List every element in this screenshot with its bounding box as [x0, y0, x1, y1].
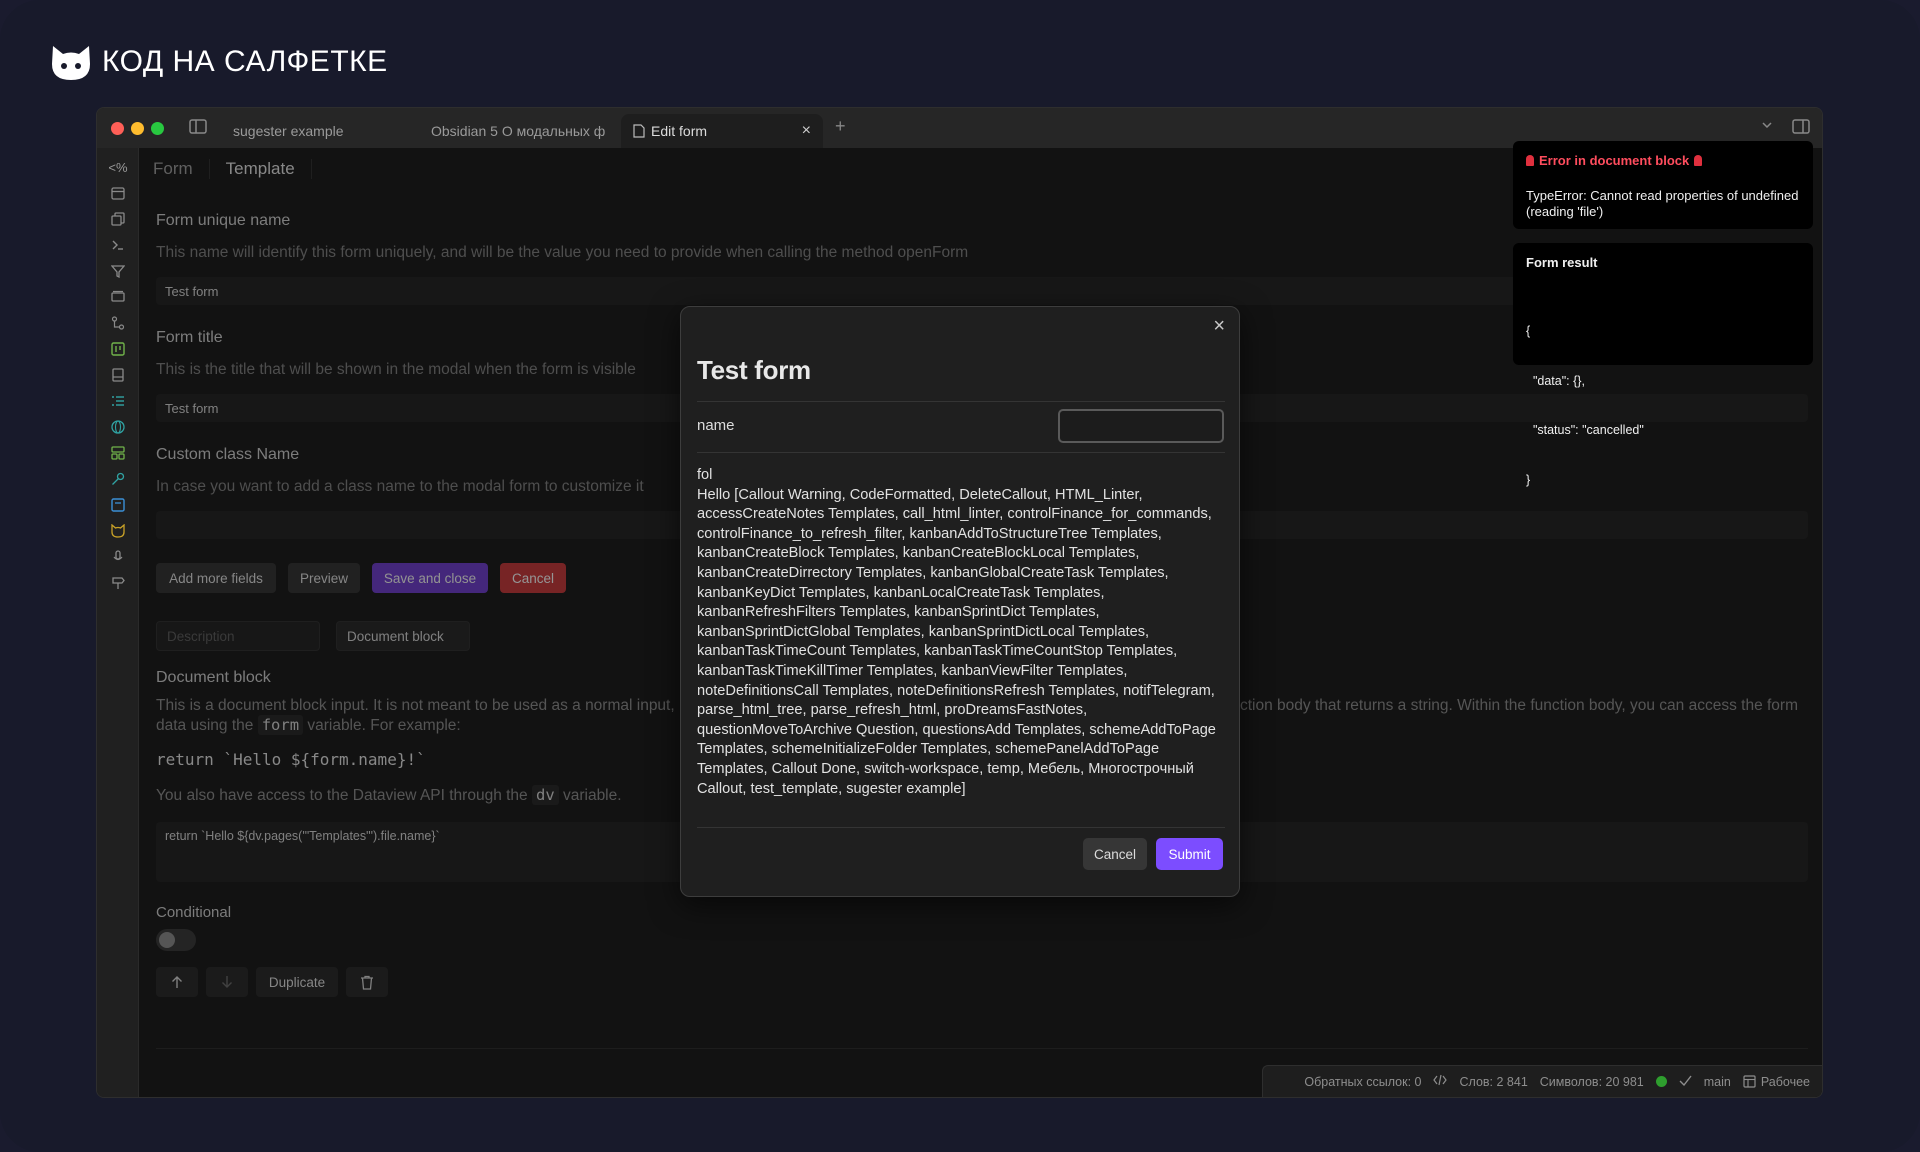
test-form-modal: × Test form name fol Hello [Callout Warn…: [680, 306, 1240, 897]
modal-submit-button[interactable]: Submit: [1156, 838, 1223, 870]
check-icon[interactable]: [1679, 1075, 1692, 1089]
word-count: Слов: 2 841: [1459, 1074, 1528, 1089]
alarm-icon: [1526, 155, 1534, 166]
tab-obsidian-modals[interactable]: Obsidian 5 О модальных фо...: [419, 114, 617, 148]
code-icon[interactable]: [1433, 1074, 1448, 1089]
brand: КОД НА САЛФЕТКЕ: [50, 42, 388, 82]
tab-sugester-example[interactable]: sugester example: [221, 114, 417, 148]
left-ribbon: <%: [97, 148, 139, 1097]
divider: [697, 401, 1225, 402]
brand-title: КОД НА САЛФЕТКЕ: [102, 45, 388, 78]
modal-cancel-button[interactable]: Cancel: [1083, 838, 1147, 870]
char-count: Символов: 20 981: [1539, 1074, 1644, 1089]
divider: [697, 452, 1225, 453]
kanban-icon[interactable]: [108, 340, 128, 358]
chevron-down-icon[interactable]: [1761, 118, 1773, 136]
workspace-icon: [1743, 1075, 1756, 1088]
output-line: fol: [697, 467, 713, 483]
terminal-icon[interactable]: [108, 236, 128, 254]
git-icon[interactable]: [108, 314, 128, 332]
git-branch[interactable]: main: [1704, 1075, 1731, 1089]
error-notice-title: Error in document block: [1539, 153, 1690, 168]
json-line: "status": "cancelled": [1526, 423, 1644, 437]
document-block-output: fol Hello [Callout Warning, CodeFormatte…: [697, 466, 1225, 799]
tab-label: Edit form: [651, 123, 708, 139]
divider: [697, 827, 1225, 828]
form-result-title: Form result: [1526, 255, 1598, 270]
name-field-label: name: [697, 417, 735, 434]
right-sidebar-toggle-icon[interactable]: [1792, 119, 1810, 139]
tab-edit-form[interactable]: Edit form ×: [621, 114, 823, 148]
name-input[interactable]: [1058, 409, 1224, 443]
cat-plugin-icon[interactable]: [108, 522, 128, 540]
json-line: }: [1526, 472, 1531, 487]
minimize-window-button[interactable]: [131, 122, 144, 135]
workspace-switcher[interactable]: Рабочее: [1743, 1075, 1810, 1089]
close-window-button[interactable]: [111, 122, 124, 135]
zoom-window-button[interactable]: [151, 122, 164, 135]
new-tab-button[interactable]: +: [835, 116, 846, 137]
calendar-icon[interactable]: [108, 184, 128, 202]
output-body: Hello [Callout Warning, CodeFormatted, D…: [697, 486, 1216, 797]
workspace-label: Рабочее: [1760, 1074, 1810, 1089]
cat-icon: [52, 46, 90, 80]
slides-icon[interactable]: [108, 288, 128, 306]
templater-icon[interactable]: <%: [108, 158, 128, 176]
book-icon[interactable]: [108, 366, 128, 384]
form-icon[interactable]: [108, 496, 128, 514]
tab-label: Obsidian 5 О модальных фо...: [431, 123, 605, 139]
error-notice-title-row: Error in document block: [1526, 153, 1800, 168]
tasks-icon[interactable]: [108, 392, 128, 410]
file-icon: [633, 124, 645, 138]
tab-label: sugester example: [233, 123, 344, 139]
status-bar: Обратных ссылок: 0 Слов: 2 841 Символов:…: [1262, 1065, 1822, 1097]
form-result-notice[interactable]: Form result { "data": {}, "status": "can…: [1513, 243, 1813, 487]
close-tab-icon[interactable]: ×: [802, 122, 811, 140]
error-notice-text: TypeError: Cannot read properties of und…: [1526, 188, 1799, 219]
alarm-icon: [1694, 155, 1703, 166]
filter-icon[interactable]: [108, 262, 128, 280]
key-icon[interactable]: [108, 470, 128, 488]
microphone-icon[interactable]: [108, 548, 128, 566]
copy-icon[interactable]: [108, 210, 128, 228]
form-result-json: { "data": {}, "status": "cancelled" }: [1526, 290, 1800, 521]
modal-title: Test form: [697, 355, 811, 385]
globe-icon[interactable]: [108, 418, 128, 436]
error-notice[interactable]: Error in document block TypeError: Canno…: [1513, 141, 1813, 229]
sidebar-toggle-icon[interactable]: [189, 119, 207, 139]
json-line: {: [1526, 324, 1531, 338]
backlinks-count[interactable]: Обратных ссылок: 0: [1304, 1075, 1421, 1089]
layout-icon[interactable]: [108, 444, 128, 462]
signpost-icon[interactable]: [108, 574, 128, 592]
json-line: "data": {},: [1526, 373, 1585, 388]
modal-close-icon[interactable]: ×: [1213, 315, 1225, 338]
sync-status-dot[interactable]: [1655, 1076, 1667, 1087]
